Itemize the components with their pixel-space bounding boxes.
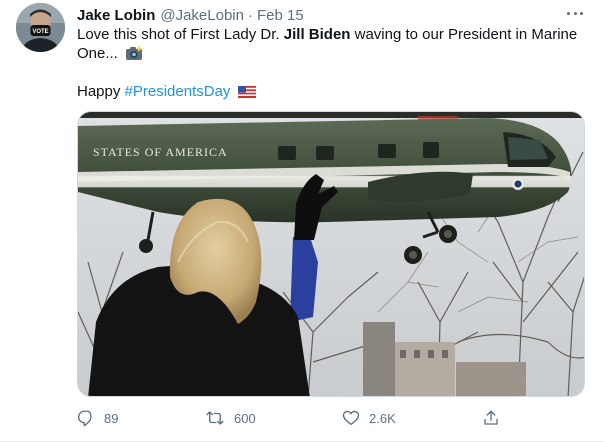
like-icon bbox=[342, 410, 360, 426]
user-handle[interactable]: @JakeLobin bbox=[160, 7, 244, 24]
share-button[interactable] bbox=[482, 408, 500, 428]
tweet-header: Jake Lobin @JakeLobin · Feb 15 bbox=[77, 5, 304, 25]
reply-icon bbox=[77, 410, 92, 427]
share-icon bbox=[484, 410, 498, 425]
reply-button[interactable]: 89 bbox=[77, 408, 118, 428]
helicopter-photo: STATES OF AMERICA bbox=[78, 112, 584, 396]
avatar-badge-text: VOTE bbox=[32, 29, 48, 35]
like-count: 2.6K bbox=[369, 410, 396, 426]
like-button[interactable]: 2.6K bbox=[342, 408, 396, 428]
avatar[interactable]: VOTE bbox=[16, 3, 65, 52]
tweet-text-line-1: Love this shot of First Lady Dr. Jill Bi… bbox=[77, 25, 577, 45]
tweet-photo[interactable]: STATES OF AMERICA bbox=[77, 111, 585, 397]
more-button[interactable] bbox=[564, 4, 586, 22]
retweet-icon bbox=[206, 411, 224, 425]
helicopter-text: STATES OF AMERICA bbox=[93, 145, 228, 159]
reply-count: 89 bbox=[104, 410, 119, 426]
tweet-text-segment: Love this shot of First Lady Dr. bbox=[77, 26, 284, 43]
tweet-text-line-3: Happy #PresidentsDay bbox=[77, 82, 256, 102]
display-name[interactable]: Jake Lobin bbox=[77, 7, 155, 24]
us-flag-emoji-icon bbox=[237, 86, 256, 98]
more-icon-dot bbox=[573, 11, 577, 15]
more-icon-dot bbox=[580, 11, 583, 15]
camera-flash-emoji-icon bbox=[126, 45, 144, 60]
separator-dot: · bbox=[247, 6, 253, 24]
tweet-text-bold: Jill Biden bbox=[283, 26, 351, 43]
retweet-count: 600 bbox=[234, 410, 256, 426]
tweet-text-segment: One... bbox=[77, 45, 118, 62]
tweet-text-segment: Happy bbox=[77, 83, 125, 100]
tweet-text-line-2: One... bbox=[77, 44, 144, 64]
avatar-image: VOTE bbox=[16, 3, 65, 52]
retweet-button[interactable]: 600 bbox=[205, 408, 256, 428]
tweet-text-segment: waving to our President in Marine bbox=[350, 26, 578, 43]
hashtag-link[interactable]: #PresidentsDay bbox=[125, 83, 231, 100]
timestamp[interactable]: Feb 15 bbox=[257, 7, 304, 24]
more-icon-dot bbox=[567, 11, 570, 15]
tweet-card[interactable]: VOTE Jake Lobin @JakeLobin · Feb 15 Love… bbox=[0, 0, 604, 442]
